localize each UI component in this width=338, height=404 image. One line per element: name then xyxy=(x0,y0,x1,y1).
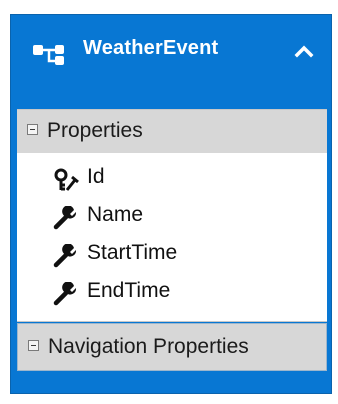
property-name: Name xyxy=(87,203,144,226)
entity-title: WeatherEvent xyxy=(83,37,219,59)
entity-shape[interactable]: WeatherEvent Properties Id Name StartTim… xyxy=(10,14,332,394)
collapse-toggle-icon[interactable] xyxy=(28,340,39,351)
property-endtime[interactable]: EndTime xyxy=(53,277,313,309)
property-name: EndTime xyxy=(87,279,171,302)
wrench-icon xyxy=(53,282,77,306)
chevron-up-icon[interactable] xyxy=(291,39,317,65)
navigation-section-header[interactable]: Navigation Properties xyxy=(17,323,327,371)
property-name: StartTime xyxy=(87,241,178,264)
key-wrench-icon xyxy=(54,168,79,191)
entity-icon xyxy=(31,39,67,69)
wrench-icon xyxy=(53,244,77,268)
navigation-properties-label: Navigation Properties xyxy=(48,335,249,358)
properties-section-header[interactable]: Properties xyxy=(17,109,327,154)
collapse-toggle-icon[interactable] xyxy=(27,124,38,135)
property-id[interactable]: Id xyxy=(53,163,313,195)
property-starttime[interactable]: StartTime xyxy=(53,239,313,271)
properties-list: Id Name StartTime EndTime xyxy=(17,153,327,322)
entity-header[interactable]: WeatherEvent xyxy=(11,15,331,93)
property-name: Id xyxy=(87,165,105,188)
properties-label: Properties xyxy=(47,119,143,142)
property-name-row[interactable]: Name xyxy=(53,201,313,233)
wrench-icon xyxy=(53,206,77,230)
